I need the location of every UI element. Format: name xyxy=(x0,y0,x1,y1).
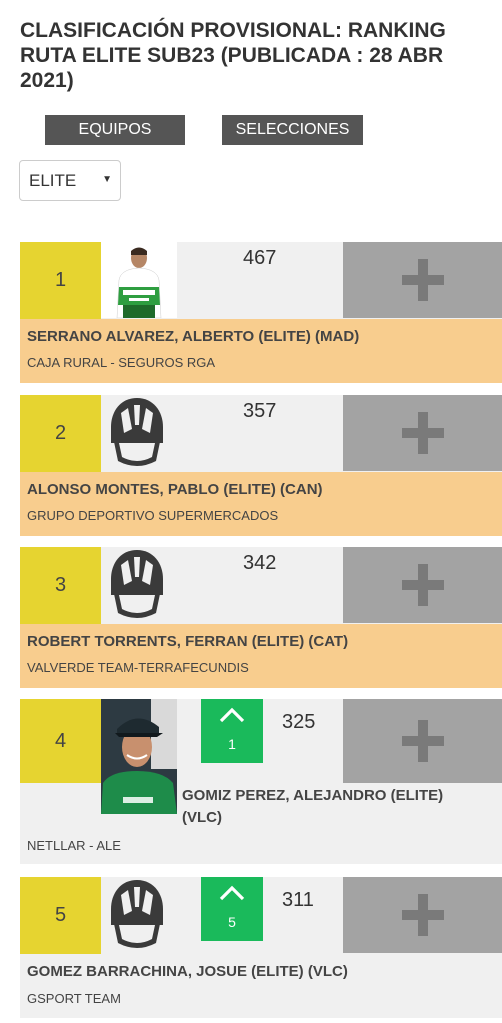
add-button[interactable] xyxy=(343,699,502,783)
plus-icon xyxy=(401,412,444,454)
plus-icon xyxy=(401,894,444,936)
rider-info: ALONSO MONTES, PABLO (ELITE) (CAN) GRUPO… xyxy=(20,472,502,536)
position-badge: 4 xyxy=(20,699,101,783)
category-select[interactable]: ELITE ▼ xyxy=(19,160,121,201)
rank-change-value: 1 xyxy=(228,736,236,752)
team-name: VALVERDE TEAM-TERRAFECUNDIS xyxy=(27,660,249,675)
ranking-card: 1 467 SERRANO ALVAREZ, ALBERTO (ELITE) (… xyxy=(20,242,502,383)
rank-change-value: 5 xyxy=(228,914,236,930)
rank-change-badge: 1 xyxy=(201,699,263,763)
team-name: CAJA RURAL - SEGUROS RGA xyxy=(27,355,216,370)
points-value: 467 xyxy=(243,247,277,269)
position-badge: 5 xyxy=(20,877,101,954)
rider-info: ROBERT TORRENTS, FERRAN (ELITE) (CAT) VA… xyxy=(20,624,502,688)
rank-change-badge: 5 xyxy=(201,877,263,941)
position-badge: 1 xyxy=(20,242,101,319)
plus-icon xyxy=(401,259,444,301)
plus-icon xyxy=(401,720,444,762)
points-value: 325 xyxy=(282,711,316,733)
position-badge: 2 xyxy=(20,395,101,472)
equipos-button[interactable]: EQUIPOS xyxy=(45,115,185,145)
add-button[interactable] xyxy=(343,395,502,471)
add-button[interactable] xyxy=(343,877,502,953)
ranking-card: 2 357 ALONSO MONTES, PABLO (ELITE) (CAN)… xyxy=(20,395,502,536)
team-name: GRUPO DEPORTIVO SUPERMERCADOS xyxy=(27,508,279,523)
rider-name: ROBERT TORRENTS, FERRAN (ELITE) (CAT) xyxy=(27,633,349,650)
points-value: 311 xyxy=(282,889,314,911)
plus-icon xyxy=(401,564,444,606)
arrow-up-icon xyxy=(219,885,245,901)
arrow-up-icon xyxy=(219,707,245,723)
category-select-value: ELITE xyxy=(29,170,77,190)
helmet-icon xyxy=(109,549,165,621)
selecciones-button[interactable]: SELECCIONES xyxy=(222,115,363,145)
rider-photo xyxy=(101,699,177,814)
rider-name: SERRANO ALVAREZ, ALBERTO (ELITE) (MAD) xyxy=(27,328,360,345)
ranking-card: 5 5 311 GOMEZ BARRACHINA, JOSUE (ELITE) … xyxy=(20,877,502,1018)
points-value: 342 xyxy=(243,552,277,574)
points-value: 357 xyxy=(243,400,277,422)
helmet-icon xyxy=(109,879,165,951)
rider-name: ALONSO MONTES, PABLO (ELITE) (CAN) xyxy=(27,481,323,498)
ranking-card: 4 1 325 GOMIZ PEREZ, ALEJANDRO (ELITE) (… xyxy=(20,699,502,864)
chevron-down-icon: ▼ xyxy=(102,174,112,185)
page-title: CLASIFICACIÓN PROVISIONAL: RANKING RUTA … xyxy=(20,19,446,92)
ranking-card: 3 342 ROBERT TORRENTS, FERRAN (ELITE) (C… xyxy=(20,547,502,688)
position-badge: 3 xyxy=(20,547,101,624)
rider-name: GOMIZ PEREZ, ALEJANDRO (ELITE) (VLC) xyxy=(182,787,444,826)
team-name: NETLLAR - ALE xyxy=(27,838,121,853)
team-name: GSPORT TEAM xyxy=(27,991,121,1006)
add-button[interactable] xyxy=(343,547,502,623)
rider-info: SERRANO ALVAREZ, ALBERTO (ELITE) (MAD) C… xyxy=(20,319,502,383)
rider-photo xyxy=(101,242,177,318)
add-button[interactable] xyxy=(343,242,502,318)
rider-name: GOMEZ BARRACHINA, JOSUE (ELITE) (VLC) xyxy=(27,963,348,980)
helmet-icon xyxy=(109,397,165,469)
